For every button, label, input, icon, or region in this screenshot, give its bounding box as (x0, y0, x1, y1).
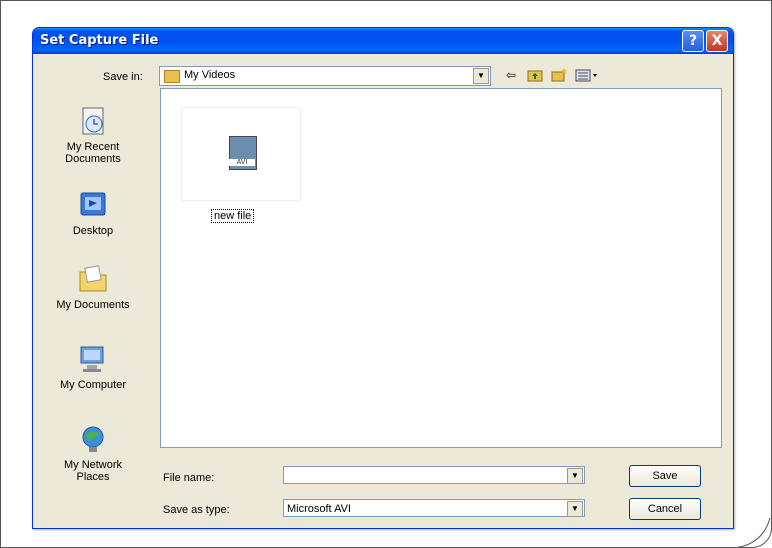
file-name-input[interactable]: ▼ (283, 466, 585, 484)
save-as-type-dropdown[interactable]: Microsoft AVI ▼ (283, 499, 585, 517)
new-folder-icon[interactable] (551, 67, 567, 83)
title-bar[interactable]: Set Capture File ? X (33, 28, 733, 54)
place-label: Desktop (72, 225, 114, 237)
place-label: My Computer (59, 379, 127, 391)
place-label: My Documents (56, 299, 130, 311)
file-name-label-text: File name: (163, 472, 215, 484)
chevron-down-icon[interactable]: ▼ (567, 468, 583, 484)
places-bar: My Recent Documents Desktop My Documents… (39, 94, 147, 514)
recent-documents-icon (82, 107, 104, 135)
close-button[interactable]: X (706, 30, 728, 52)
place-my-network-places[interactable]: My Network Places (39, 424, 147, 483)
place-label: My Network Places (63, 459, 123, 483)
file-name-label[interactable]: new file (211, 209, 255, 223)
back-icon[interactable]: ⇦ (503, 67, 519, 83)
my-documents-icon (79, 265, 107, 292)
up-folder-icon[interactable] (527, 67, 543, 83)
desktop-icon (80, 192, 106, 216)
page-curl (732, 517, 771, 548)
save-as-type-label: Save as type: (163, 504, 230, 516)
file-type-label: AVI (229, 159, 255, 166)
save-in-label: Save in: (103, 71, 143, 83)
dialog-title: Set Capture File (40, 33, 159, 48)
save-in-value: My Videos (184, 69, 236, 81)
my-computer-icon (80, 346, 104, 372)
set-capture-file-dialog: Set Capture File ? X Save in: My Videos … (32, 27, 734, 529)
chevron-down-icon[interactable]: ▼ (473, 68, 489, 84)
save-as-type-value: Microsoft AVI (287, 503, 351, 515)
file-item[interactable]: AVI new file (181, 107, 301, 232)
save-button[interactable]: Save (629, 465, 701, 487)
views-menu-icon[interactable] (575, 67, 601, 83)
save-in-dropdown[interactable]: My Videos ▼ (159, 66, 491, 86)
chevron-down-icon[interactable]: ▼ (567, 501, 583, 517)
place-desktop[interactable]: Desktop (39, 190, 147, 237)
file-thumbnail: AVI (181, 107, 301, 201)
network-places-icon (82, 426, 104, 452)
place-my-documents[interactable]: My Documents (39, 264, 147, 311)
help-button[interactable]: ? (682, 30, 704, 52)
file-list[interactable]: AVI new file (160, 88, 722, 448)
place-my-computer[interactable]: My Computer (39, 344, 147, 391)
place-label: My Recent Documents (65, 141, 121, 165)
place-my-recent-documents[interactable]: My Recent Documents (39, 106, 147, 165)
cancel-button[interactable]: Cancel (629, 498, 701, 520)
folder-icon (164, 70, 180, 83)
